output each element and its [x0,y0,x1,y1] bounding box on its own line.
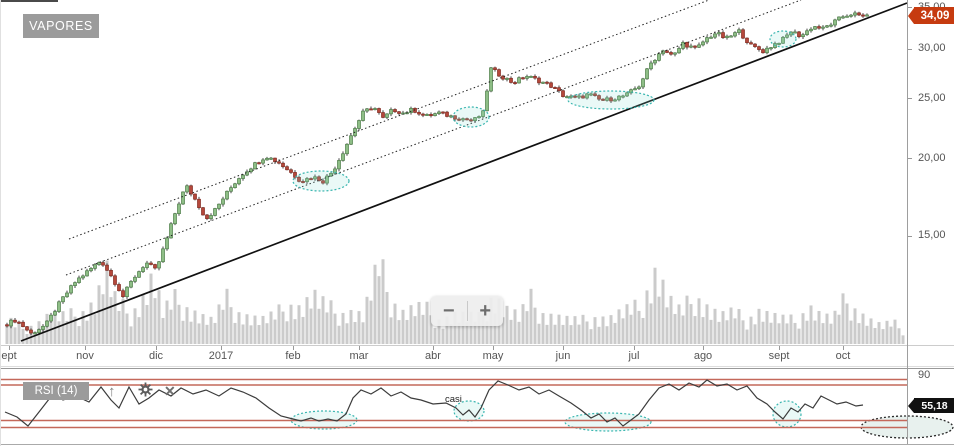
panel-structure [1,0,954,445]
main-trendline[interactable] [20,2,908,342]
rsi-indicator-label: RSI (14) [34,385,78,397]
minus-icon: − [442,299,455,322]
move-arrow-glyph: ↑ [108,383,116,400]
move-arrow-icon[interactable]: ↑ [108,383,116,400]
rsi-scale-label-90: 90 [918,369,931,381]
month-label: oct [835,350,851,362]
month-label: abr [425,350,441,362]
rsi-indicator-badge[interactable]: RSI (14) [23,382,89,400]
channel-dotted-line-2[interactable] [65,0,802,276]
month-label: 2017 [208,350,234,362]
trading-app-window: VAPORES 34,09 − + RSI (14) ↑ ✕ casi 90 5… [0,0,954,446]
candlestick-series [5,10,869,336]
zoom-in-button[interactable]: + [468,296,504,326]
trend-annotations[interactable] [20,0,908,342]
price-axis-tick [908,48,912,50]
highlight-ellipses[interactable] [290,30,954,439]
month-label: jul [628,350,640,362]
rsi-value-badge: 55,18 [908,398,954,413]
month-label: nov [76,350,94,362]
month-label: feb [285,350,301,362]
month-label: ago [693,350,713,362]
delete-x-glyph: ✕ [164,383,176,399]
price-highlight-ellipse-3[interactable] [567,90,655,110]
price-axis-label: 15,00 [918,229,946,242]
plus-icon: + [479,299,492,322]
zoom-out-button[interactable]: − [431,296,467,326]
top-edge-artifact [1,0,58,2]
month-label: jun [555,350,571,362]
rsi-line [4,379,864,427]
symbol-badge[interactable]: VAPORES [23,14,99,38]
gear-icon[interactable] [138,382,153,402]
price-axis-label: 20,00 [918,151,946,164]
month-label: dic [148,350,164,362]
month-label: mar [349,350,369,362]
casi-text: casi [445,394,462,405]
symbol-badge-label: VAPORES [29,19,93,33]
price-axis-label: 25,00 [918,91,946,104]
chart-canvas[interactable] [1,0,954,446]
gear-icon-graphic [138,382,153,397]
month-label: may [482,350,504,362]
casi-text-annotation[interactable]: casi [445,394,462,405]
price-axis-label: 30,00 [918,42,946,55]
zoom-control: − + [431,296,503,326]
price-axis-tick [908,158,912,160]
month-label: ept [1,350,17,362]
last-price-badge: 34,09 [908,7,954,24]
price-axis-tick [908,98,912,99]
last-price-value: 34,09 [920,9,950,22]
price-highlight-ellipse-4[interactable] [769,30,797,48]
price-highlight-ellipse-1[interactable] [292,170,350,192]
month-label: sept [768,350,790,362]
rsi-value: 55,18 [921,399,948,412]
channel-dotted-line-1[interactable] [68,0,710,240]
price-highlight-ellipse-2[interactable] [452,106,490,128]
delete-x-icon[interactable]: ✕ [164,383,176,400]
price-axis-tick [908,235,912,237]
